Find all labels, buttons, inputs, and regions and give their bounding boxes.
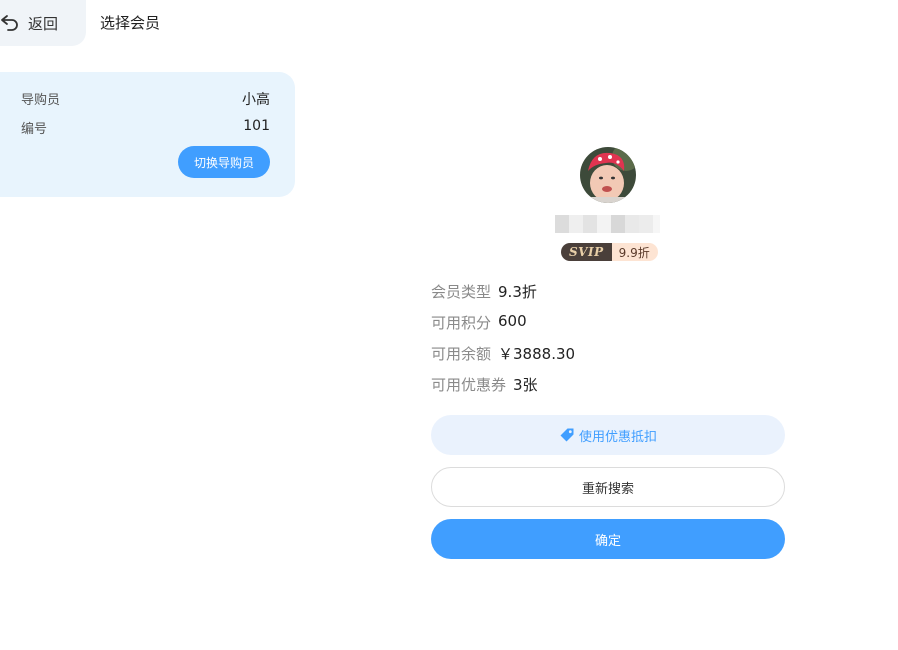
back-button[interactable]: 返回 [0, 0, 86, 46]
back-label: 返回 [28, 14, 59, 33]
guide-id-row: 编号 101 [21, 118, 270, 137]
guide-card: 导购员 小高 编号 101 切换导购员 [0, 72, 295, 197]
tag-icon [559, 427, 575, 443]
back-arrow-icon [0, 13, 20, 33]
use-coupon-button[interactable]: 使用优惠抵扣 [431, 415, 785, 455]
use-coupon-label: 使用优惠抵扣 [578, 429, 657, 445]
switch-guide-button[interactable]: 切换导购员 [178, 146, 270, 178]
member-type-label: 会员类型 [431, 283, 492, 301]
coupons-value: 3张 [513, 376, 538, 394]
member-type-value: 9.3折 [498, 283, 537, 301]
guide-name-value: 小高 [242, 92, 270, 108]
guide-id-label: 编号 [21, 122, 48, 137]
avatar [580, 147, 636, 203]
member-name-blurred [555, 215, 660, 233]
confirm-button[interactable]: 确定 [431, 519, 785, 559]
points-value: 600 [498, 312, 527, 330]
coupons-label: 可用优惠券 [431, 376, 507, 394]
balance-label: 可用余额 [431, 345, 492, 363]
guide-name-row: 导购员 小高 [21, 89, 270, 109]
balance-value: ￥3888.30 [498, 345, 576, 363]
research-button[interactable]: 重新搜索 [431, 467, 785, 507]
points-row: 可用积分 600 [431, 312, 527, 333]
coupons-row: 可用优惠券 3张 [431, 374, 538, 395]
guide-name-label: 导购员 [21, 93, 61, 108]
vip-level: SVIP [561, 243, 612, 261]
page-title: 选择会员 [100, 14, 161, 32]
balance-row: 可用余额 ￥3888.30 [431, 343, 575, 364]
vip-discount: 9.9折 [611, 243, 658, 261]
points-label: 可用积分 [431, 314, 492, 332]
member-type-row: 会员类型 9.3折 [431, 281, 537, 302]
guide-id-value: 101 [243, 118, 270, 134]
vip-badge: SVIP 9.9折 [561, 243, 658, 261]
